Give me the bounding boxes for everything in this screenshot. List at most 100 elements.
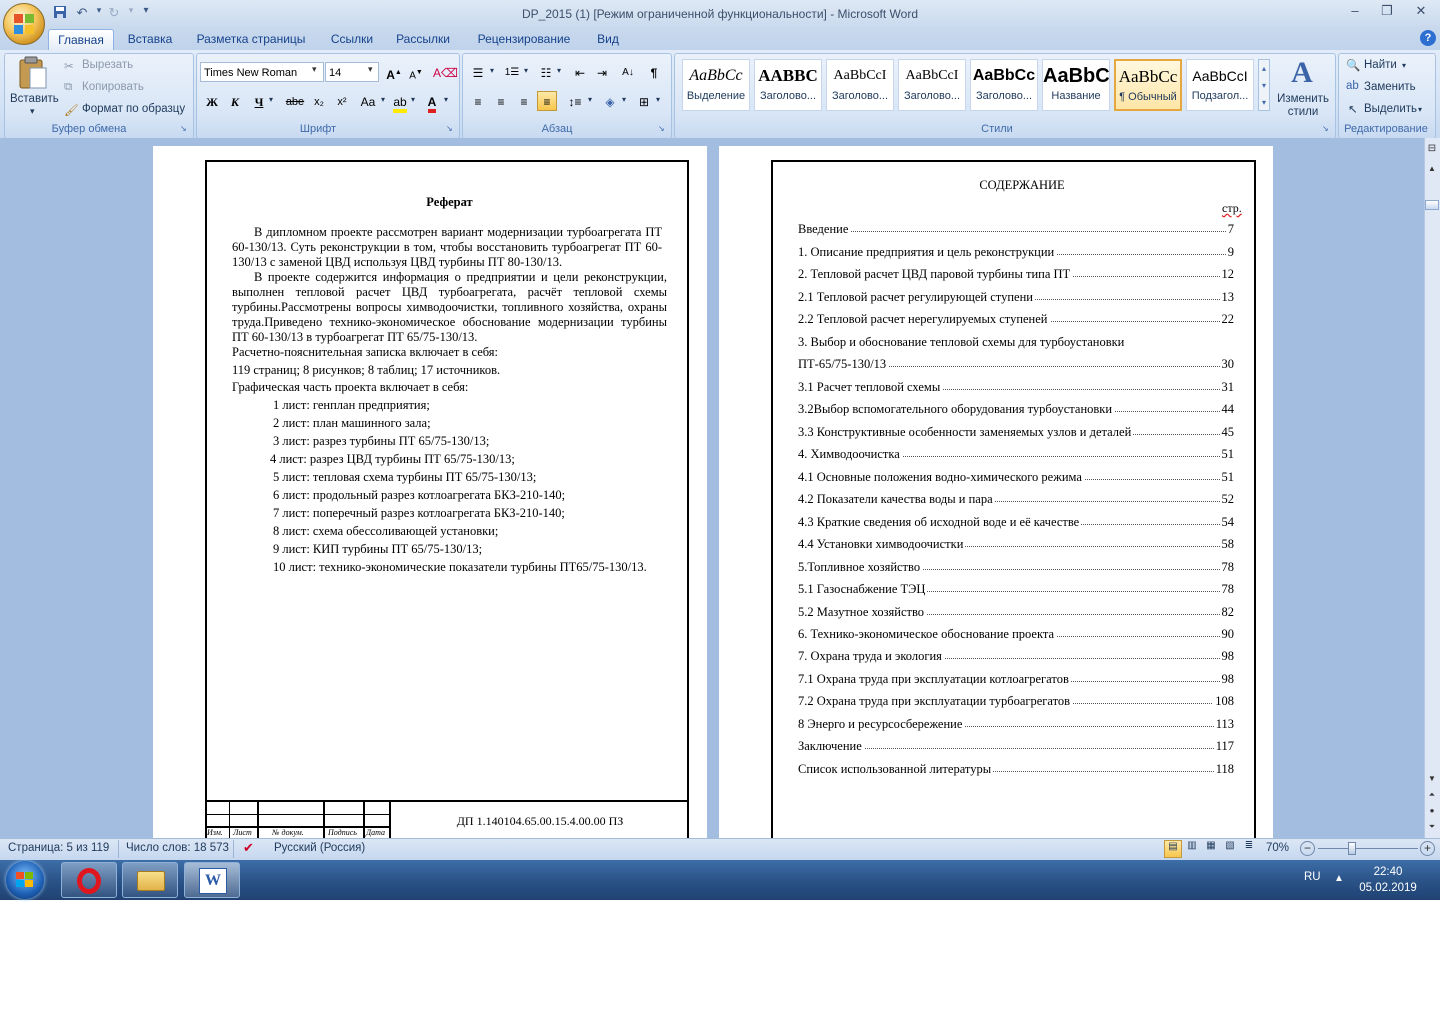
align-left-icon[interactable]: ≡ bbox=[468, 91, 488, 111]
scroll-thumb[interactable] bbox=[1425, 200, 1439, 210]
toc-entry[interactable]: 6. Технико-экономическое обоснование про… bbox=[798, 627, 1234, 645]
bullets-dropdown-icon[interactable]: ▾ bbox=[490, 66, 494, 75]
zoom-slider-thumb[interactable] bbox=[1348, 842, 1356, 855]
toc-entry[interactable]: 4.1 Основные положения водно-химического… bbox=[798, 470, 1234, 488]
toc-entry[interactable]: 7.2 Охрана труда при эксплуатации турбоа… bbox=[798, 694, 1234, 712]
toc-entry[interactable]: 5.2 Мазутное хозяйство 82 bbox=[798, 605, 1234, 623]
line-spacing-icon[interactable]: ↕≡ bbox=[565, 91, 585, 111]
tab-review[interactable]: Рецензирование bbox=[468, 29, 580, 50]
bullets-icon[interactable]: ☰ bbox=[468, 62, 488, 82]
toc-entry[interactable]: 3.2Выбор вспомогательного оборудования т… bbox=[798, 402, 1234, 420]
style-heading-3[interactable]: AaBbCcI Заголово... bbox=[898, 59, 966, 111]
next-page-icon[interactable]: ⏷ bbox=[1426, 822, 1438, 834]
sort-icon[interactable]: A↓ bbox=[618, 62, 638, 82]
shading-dropdown-icon[interactable]: ▾ bbox=[622, 95, 626, 104]
styles-launcher-icon[interactable]: ↘ bbox=[1322, 124, 1329, 133]
print-layout-icon[interactable]: ▤ bbox=[1164, 840, 1182, 858]
multilevel-list-icon[interactable]: ☷ bbox=[536, 62, 556, 82]
input-language[interactable]: RU bbox=[1304, 871, 1321, 883]
taskbar-word[interactable]: W bbox=[184, 862, 240, 898]
toc-entry[interactable]: 3.1 Расчет тепловой схемы 31 bbox=[798, 380, 1234, 398]
tab-view[interactable]: Вид bbox=[590, 29, 626, 50]
line-spacing-dropdown-icon[interactable]: ▾ bbox=[588, 95, 592, 104]
highlight-icon[interactable]: ab bbox=[390, 91, 410, 113]
style-heading-2[interactable]: AaBbCcI Заголово... bbox=[826, 59, 894, 111]
zoom-out-icon[interactable]: − bbox=[1300, 841, 1315, 856]
increase-indent-icon[interactable]: ⇥ bbox=[592, 62, 612, 82]
borders-icon[interactable]: ⊞ bbox=[634, 91, 654, 111]
toc-entry[interactable]: 8 Энерго и ресурсосбережение 113 bbox=[798, 717, 1234, 735]
minimize-icon[interactable]: – bbox=[1342, 3, 1368, 21]
font-color-icon[interactable]: A bbox=[422, 91, 442, 113]
italic-button[interactable]: К bbox=[225, 91, 245, 111]
toc-entry[interactable]: 5.Топливное хозяйство 78 bbox=[798, 560, 1234, 578]
browse-object-icon[interactable]: ● bbox=[1426, 806, 1438, 818]
toc-entry[interactable]: 1. Описание предприятия и цель реконстру… bbox=[798, 245, 1234, 263]
font-name-dropdown-icon[interactable]: ▾ bbox=[312, 64, 317, 75]
toc-entry[interactable]: 7.1 Охрана труда при эксплуатации котлоа… bbox=[798, 672, 1234, 690]
toc-entry[interactable]: 4.2 Показатели качества воды и пара 52 bbox=[798, 492, 1234, 510]
scroll-up-icon[interactable]: ▲ bbox=[1426, 164, 1438, 176]
style-heading-4[interactable]: AaBbCc Заголово... bbox=[970, 59, 1038, 111]
toc-entry[interactable]: 2. Тепловой расчет ЦВД паровой турбины т… bbox=[798, 267, 1234, 285]
tab-mailings[interactable]: Рассылки bbox=[390, 29, 456, 50]
select-button[interactable]: Выделить bbox=[1364, 103, 1417, 115]
outline-icon[interactable]: ▧ bbox=[1221, 840, 1239, 858]
underline-dropdown-icon[interactable]: ▾ bbox=[269, 95, 273, 104]
zoom-level[interactable]: 70% bbox=[1266, 842, 1289, 854]
subscript-button[interactable]: x₂ bbox=[309, 91, 329, 111]
styles-scroll[interactable]: ▴ ▾ ▾ bbox=[1258, 59, 1270, 111]
paste-button[interactable]: Вставить bbox=[10, 93, 59, 105]
justify-icon[interactable]: ≡ bbox=[537, 91, 557, 111]
superscript-button[interactable]: x² bbox=[332, 91, 352, 111]
align-right-icon[interactable]: ≡ bbox=[514, 91, 534, 111]
multilevel-dropdown-icon[interactable]: ▾ bbox=[557, 66, 561, 75]
toc-entry[interactable]: 7. Охрана труда и экология 98 bbox=[798, 649, 1234, 667]
toc-entry[interactable]: 3. Выбор и обоснование тепловой схемы дл… bbox=[798, 335, 1234, 353]
help-icon[interactable]: ? bbox=[1420, 30, 1436, 46]
toc-entry[interactable]: ПТ-65/75-130/13 30 bbox=[798, 357, 1234, 375]
close-icon[interactable]: ✕ bbox=[1408, 3, 1434, 21]
toc-entry[interactable]: 3.3 Конструктивные особенности заменяемы… bbox=[798, 425, 1234, 443]
tab-page-layout[interactable]: Разметка страницы bbox=[190, 29, 312, 50]
replace-button[interactable]: Заменить bbox=[1364, 81, 1416, 93]
style-heading-1[interactable]: AABBC Заголово... bbox=[754, 59, 822, 111]
toc-entry[interactable]: 2.1 Тепловой расчет регулирующей ступени… bbox=[798, 290, 1234, 308]
taskbar-opera[interactable] bbox=[61, 862, 117, 898]
font-color-dropdown-icon[interactable]: ▾ bbox=[444, 95, 448, 104]
font-launcher-icon[interactable]: ↘ bbox=[446, 124, 453, 133]
word-count-status[interactable]: Число слов: 18 573 bbox=[126, 842, 229, 854]
scroll-down-icon[interactable]: ▼ bbox=[1426, 774, 1438, 786]
change-styles-icon[interactable]: A bbox=[1286, 56, 1318, 90]
numbering-dropdown-icon[interactable]: ▾ bbox=[524, 66, 528, 75]
clock-time[interactable]: 22:40 bbox=[1358, 866, 1418, 878]
style-title[interactable]: AaBbC Название bbox=[1042, 59, 1110, 111]
web-layout-icon[interactable]: ▦ bbox=[1202, 840, 1220, 858]
select-dropdown-icon[interactable]: ▾ bbox=[1418, 105, 1422, 114]
toc-entry[interactable]: 4.4 Установки химводоочистки 58 bbox=[798, 537, 1234, 555]
font-size-dropdown-icon[interactable]: ▾ bbox=[368, 64, 373, 75]
toc-entry[interactable]: 4.3 Краткие сведения об исходной воде и … bbox=[798, 515, 1234, 533]
clear-formatting-icon[interactable]: A⌫ bbox=[432, 62, 458, 82]
toc-entry[interactable]: 5.1 Газоснабжение ТЭЦ 78 bbox=[798, 582, 1234, 600]
shading-icon[interactable]: ◈ bbox=[600, 91, 620, 111]
align-center-icon[interactable]: ≡ bbox=[491, 91, 511, 111]
restore-icon[interactable]: ❐ bbox=[1374, 3, 1400, 21]
full-screen-reading-icon[interactable]: ▥ bbox=[1183, 840, 1201, 858]
zoom-in-icon[interactable]: + bbox=[1420, 841, 1435, 856]
zoom-slider-track[interactable] bbox=[1318, 848, 1418, 849]
show-marks-icon[interactable]: ¶ bbox=[644, 62, 664, 82]
page-count-status[interactable]: Страница: 5 из 119 bbox=[8, 842, 109, 854]
change-styles-button[interactable]: Изменить стили bbox=[1276, 93, 1330, 119]
shrink-font-icon[interactable]: A▼ bbox=[406, 62, 426, 82]
start-button[interactable] bbox=[6, 861, 44, 899]
previous-page-icon[interactable]: ⏶ bbox=[1426, 790, 1438, 802]
style-normal[interactable]: AaBbCc ¶ Обычный bbox=[1114, 59, 1182, 111]
office-button[interactable] bbox=[3, 3, 45, 45]
grow-font-icon[interactable]: A▲ bbox=[384, 62, 404, 82]
highlight-dropdown-icon[interactable]: ▾ bbox=[411, 95, 415, 104]
change-case-button[interactable]: Aa bbox=[356, 91, 380, 111]
tab-home[interactable]: Главная bbox=[48, 29, 114, 51]
bold-button[interactable]: Ж bbox=[202, 91, 222, 111]
cut-button[interactable]: Вырезать bbox=[82, 59, 133, 71]
